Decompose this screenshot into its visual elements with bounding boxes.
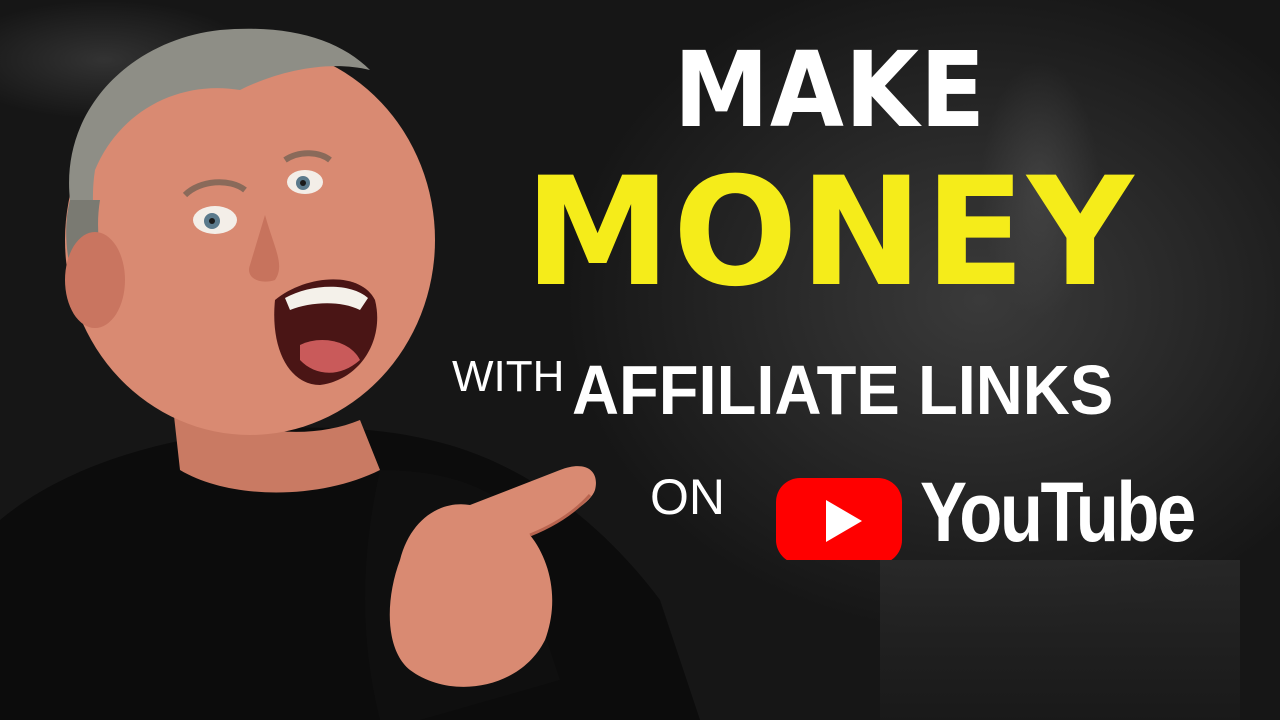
youtube-wordmark: YouTube xyxy=(920,465,1196,559)
headline-make: MAKE xyxy=(673,29,987,151)
youtube-play-icon xyxy=(776,478,902,560)
background-panel xyxy=(880,560,1240,720)
ear xyxy=(65,232,125,328)
headline-money: MONEY xyxy=(524,146,1136,320)
headline-with: WITH xyxy=(452,352,565,401)
headline-affiliate-links: AFFILIATE LINKS xyxy=(572,351,1114,429)
video-thumbnail: MAKE MONEY WITH AFFILIATE LINKS ON YouTu… xyxy=(0,0,1280,720)
headline-on: ON xyxy=(650,469,725,525)
